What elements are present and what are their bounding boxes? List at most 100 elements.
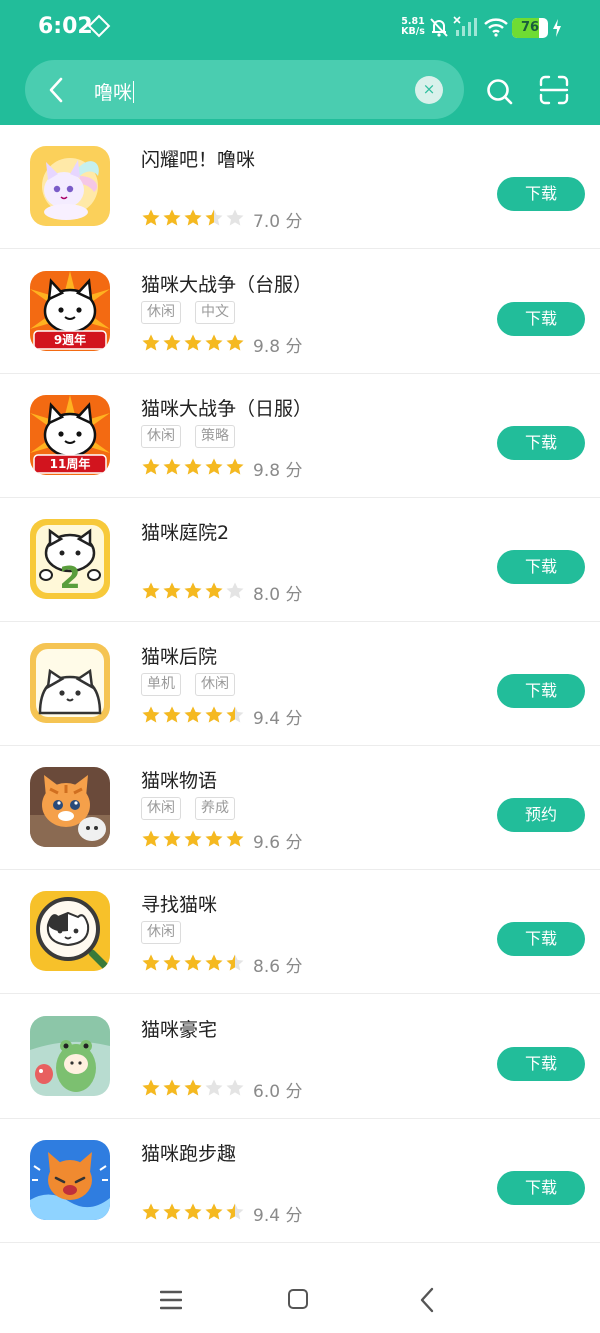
back-arrow-icon[interactable] (44, 75, 68, 105)
star-rating (141, 581, 246, 601)
app-score: 8.6 分 (253, 957, 303, 977)
app-name: 猫咪物语 (141, 770, 218, 792)
app-tag: 策略 (195, 425, 235, 448)
star-icon (205, 1079, 223, 1096)
download-button[interactable]: 下载 (497, 1171, 585, 1205)
back-icon[interactable] (418, 1287, 436, 1313)
download-button[interactable]: 下载 (497, 426, 585, 460)
star-icon (205, 209, 223, 226)
app-tag: 休闲 (141, 301, 181, 324)
scan-icon[interactable] (538, 74, 570, 106)
running-cat-icon (30, 1140, 110, 1220)
app-tag: 单机 (141, 673, 181, 696)
star-rating (141, 457, 246, 477)
star-icon (142, 334, 160, 351)
search-input[interactable]: 噜咪 (94, 78, 135, 105)
search-field[interactable] (25, 60, 464, 119)
mute-bell-icon (430, 18, 448, 37)
white-cat-icon (30, 643, 110, 723)
app-name: 猫咪后院 (141, 646, 218, 668)
download-button[interactable]: 下载 (497, 922, 585, 956)
app-tag: 休闲 (195, 673, 235, 696)
download-button[interactable]: 下载 (497, 177, 585, 211)
app-score: 6.0 分 (253, 1082, 303, 1102)
star-icon (226, 954, 244, 971)
star-icon (163, 706, 181, 723)
app-name: 猫咪大战争（日服） (141, 398, 313, 420)
star-rating (141, 705, 246, 725)
star-icon (163, 458, 181, 475)
list-item[interactable]: 寻找猫咪 休闲 8.6 分 下载 (0, 870, 600, 994)
list-item[interactable]: 猫咪物语 休闲 养成 9.6 分 预约 (0, 746, 600, 870)
star-icon (163, 954, 181, 971)
close-icon: × (422, 80, 436, 98)
orange-cat-icon (30, 767, 110, 847)
star-icon (184, 954, 202, 971)
download-button[interactable]: 下载 (497, 550, 585, 584)
list-item[interactable]: 9週年 猫咪大战争（台服） 休闲 中文 9.8 分 下载 (0, 250, 600, 374)
search-icon[interactable] (484, 76, 516, 108)
app-tags: 单机 休闲 (141, 673, 249, 696)
menu-icon[interactable] (160, 1289, 182, 1311)
frog-hood-cat-icon (30, 1016, 110, 1096)
app-score: 8.0 分 (253, 585, 303, 605)
star-icon (163, 334, 181, 351)
star-rating (141, 1202, 246, 1222)
list-item[interactable]: 11周年 猫咪大战争（日服） 休闲 策略 9.8 分 下载 (0, 374, 600, 498)
list-item[interactable]: 猫咪后院 单机 休闲 9.4 分 下载 (0, 622, 600, 746)
battery-indicator: 76 (512, 18, 548, 38)
network-speed: 5.81 KB/s (401, 16, 425, 37)
star-icon (142, 1079, 160, 1096)
star-icon (226, 334, 244, 351)
download-button[interactable]: 下载 (497, 1047, 585, 1081)
star-icon (184, 1203, 202, 1220)
app-name: 猫咪庭院2 (141, 522, 230, 544)
app-name: 寻找猫咪 (141, 894, 218, 916)
star-icon (226, 706, 244, 723)
download-button[interactable]: 下载 (497, 674, 585, 708)
star-rating (141, 333, 246, 353)
signal-icon (453, 16, 477, 36)
anniversary-badge: 11周年 (49, 457, 91, 471)
anniversary-badge: 9週年 (53, 333, 87, 347)
app-tag: 休闲 (141, 797, 181, 820)
star-icon (184, 209, 202, 226)
list-item[interactable]: 闪耀吧！噜咪 7.0 分 下载 (0, 125, 600, 249)
app-tag: 休闲 (141, 921, 181, 944)
star-icon (205, 830, 223, 847)
star-icon (184, 1079, 202, 1096)
winged-cat-icon (30, 146, 110, 226)
star-icon (184, 706, 202, 723)
star-icon (142, 582, 160, 599)
app-tags: 休闲 策略 (141, 425, 249, 448)
star-icon (142, 209, 160, 226)
status-time: 6:02 (38, 14, 93, 39)
reserve-button[interactable]: 预约 (497, 798, 585, 832)
star-icon (163, 582, 181, 599)
star-icon (205, 954, 223, 971)
star-icon (205, 334, 223, 351)
battle-cats-11th-icon: 11周年 (30, 395, 110, 475)
download-button[interactable]: 下载 (497, 302, 585, 336)
star-icon (184, 458, 202, 475)
app-score: 9.8 分 (253, 337, 303, 357)
clear-search-button[interactable]: × (415, 76, 443, 104)
star-icon (142, 458, 160, 475)
list-item[interactable]: 猫咪豪宅 6.0 分 下载 (0, 995, 600, 1119)
star-icon (163, 1203, 181, 1220)
cat-number-2-icon: 2 (30, 519, 110, 599)
star-icon (226, 1203, 244, 1220)
star-rating (141, 208, 246, 228)
star-icon (226, 830, 244, 847)
app-tags: 休闲 养成 (141, 797, 249, 820)
star-icon (142, 830, 160, 847)
app-name: 闪耀吧！噜咪 (141, 149, 256, 171)
list-item[interactable]: 2 猫咪庭院2 8.0 分 下载 (0, 498, 600, 622)
star-icon (205, 1203, 223, 1220)
star-rating (141, 953, 246, 973)
list-item[interactable]: 猫咪跑步趣 9.4 分 下载 (0, 1119, 600, 1243)
home-icon[interactable] (288, 1289, 308, 1309)
status-bar: 6:02 5.81 KB/s 76 (0, 0, 600, 56)
app-score: 9.6 分 (253, 833, 303, 853)
app-tags: 休闲 (141, 921, 195, 944)
